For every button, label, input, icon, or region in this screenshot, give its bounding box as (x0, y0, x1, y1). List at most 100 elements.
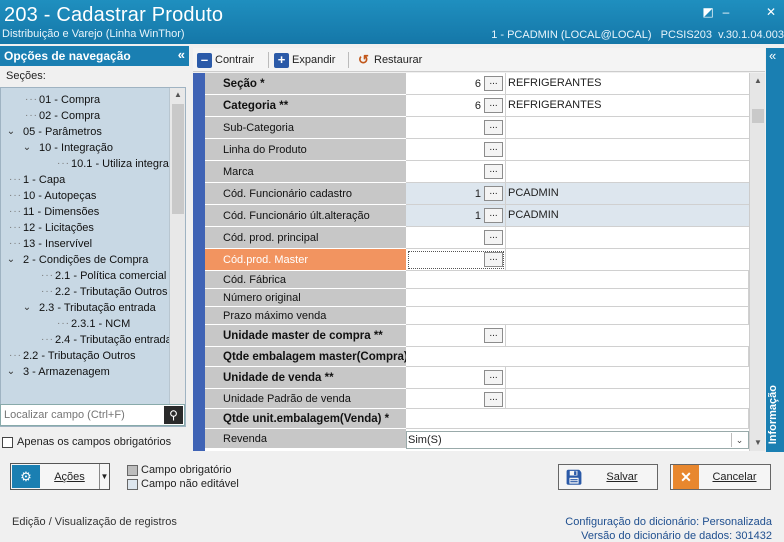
field-code-input[interactable] (406, 289, 749, 307)
grid-scroll-thumb[interactable] (752, 109, 764, 123)
tree-scroll-thumb[interactable] (172, 104, 184, 214)
field-row[interactable]: Seção * 6... REFRIGERANTES (205, 73, 749, 95)
resale-select-value: Sim(S) (408, 434, 442, 446)
field-row[interactable]: Cód. Funcionário últ.alteração 1... PCADMI… (205, 205, 749, 227)
cancel-label: Cancelar (712, 471, 757, 483)
find-field-input[interactable] (4, 407, 162, 423)
field-code-input[interactable]: 1... (406, 205, 506, 227)
field-code-input[interactable]: ... (406, 325, 506, 347)
field-row[interactable]: Categoria ** 6... REFRIGERANTES (205, 95, 749, 117)
expand-chevron-icon[interactable]: ⌄ (5, 252, 17, 268)
restore-window-icon[interactable]: ◩ (700, 5, 716, 19)
field-row[interactable]: Cód. Funcionário cadastro 1... PCADMIN (205, 183, 749, 205)
field-code-input[interactable]: ... (406, 389, 506, 409)
chevron-down-icon[interactable]: ▼ (99, 464, 109, 489)
field-code-input[interactable]: ... (406, 367, 506, 389)
field-row[interactable]: Sub-Categoria... (205, 117, 749, 139)
restore-label: Restaurar (374, 54, 423, 66)
lookup-button[interactable]: ... (484, 208, 503, 223)
info-side-panel[interactable]: « Informação (766, 48, 784, 452)
scroll-up-icon[interactable]: ▲ (750, 73, 766, 89)
lookup-button[interactable]: ... (484, 164, 503, 179)
cancel-button[interactable]: ✕ Cancelar (670, 464, 771, 490)
field-code-input[interactable]: ... (406, 227, 506, 249)
field-label: Cód. Fábrica (205, 271, 406, 289)
only-required-toggle[interactable]: Apenas os campos obrigatórios (2, 436, 171, 448)
field-code-input[interactable]: 1... (406, 183, 506, 205)
toolbar-divider (268, 52, 269, 68)
tree-scrollbar[interactable]: ▲ ▼ (169, 88, 185, 426)
grid-toolbar: – Contrair + Expandir ↺ Restaurar (193, 48, 765, 72)
tree-item-label: 2.4 - Tributação entrada In (55, 334, 185, 346)
lookup-button[interactable]: ... (484, 328, 503, 343)
field-row[interactable]: Qtde embalagem master(Compra) ** (205, 347, 749, 367)
sections-tree[interactable]: ··· 01 - Compra ··· 02 - Compra ⌄ 05 - Parâme… (0, 87, 186, 427)
restore-button[interactable]: ↺ Restaurar (356, 51, 422, 69)
expand-button[interactable]: + Expandir (274, 51, 335, 69)
expand-chevron-icon[interactable]: ⌄ (21, 300, 33, 316)
lookup-button[interactable]: ... (484, 370, 503, 385)
tree-item-label: 2.2 - Tributação Outros (23, 350, 136, 362)
tree-item-label: 01 - Compra (39, 94, 101, 106)
field-code-input[interactable]: ... (406, 249, 506, 271)
close-icon[interactable]: ✕ (763, 5, 779, 19)
field-label: Unidade Padrão de venda (205, 389, 406, 409)
lookup-button[interactable]: ... (484, 76, 503, 91)
actions-button[interactable]: ⚙ Ações ▼ (10, 463, 110, 490)
field-code-input[interactable] (406, 409, 749, 429)
scroll-down-icon[interactable]: ▼ (750, 435, 766, 451)
field-code-input[interactable]: ... (406, 139, 506, 161)
field-code-input[interactable]: ... (406, 117, 506, 139)
field-code-input[interactable] (406, 347, 749, 367)
field-row[interactable]: Cód.prod. Master... (205, 249, 749, 271)
expand-chevron-icon[interactable]: ⌄ (5, 124, 17, 140)
field-code-input[interactable] (406, 271, 749, 289)
resale-select[interactable]: Sim(S) ⌄ (406, 431, 749, 449)
field-description (506, 161, 749, 183)
actions-label: Ações (54, 470, 85, 483)
tree-item-label: 2.3.1 - NCM (71, 318, 131, 330)
tree-item-label: 13 - Inservível (23, 238, 93, 250)
field-row[interactable]: Número original (205, 289, 749, 307)
lookup-button[interactable]: ... (484, 392, 503, 407)
lookup-button[interactable]: ... (484, 252, 503, 267)
field-row[interactable]: Qtde unit.embalagem(Venda) * (205, 409, 749, 429)
field-label: Qtde embalagem master(Compra) ** (205, 347, 406, 367)
field-row[interactable]: Revenda Sim(S) ⌄ (205, 429, 749, 449)
only-required-checkbox[interactable] (2, 436, 13, 448)
collapse-label: Contrair (215, 54, 255, 66)
collapse-navigation-icon[interactable]: « (178, 47, 185, 62)
field-description: PCADMIN (506, 205, 749, 227)
save-button[interactable]: 💾︎ Salvar (558, 464, 658, 490)
field-row[interactable]: Prazo máximo venda (205, 307, 749, 325)
chevron-down-icon[interactable]: ⌄ (731, 433, 747, 447)
lookup-button[interactable]: ... (484, 142, 503, 157)
scroll-up-icon[interactable]: ▲ (170, 88, 185, 102)
field-code-input[interactable]: ... (406, 161, 506, 183)
minimize-icon[interactable]: – (718, 5, 734, 19)
field-row[interactable]: Unidade master de compra **... (205, 325, 749, 347)
lookup-button[interactable]: ... (484, 230, 503, 245)
lookup-button[interactable]: ... (484, 186, 503, 201)
field-row[interactable]: Linha do Produto... (205, 139, 749, 161)
find-field-box: ⚲ (0, 404, 185, 426)
search-icon[interactable]: ⚲ (164, 406, 183, 424)
expand-info-icon[interactable]: « (769, 48, 776, 63)
field-description: PCADMIN (506, 183, 749, 205)
expand-chevron-icon[interactable]: ⌄ (5, 364, 17, 380)
tree-item-label: 3 - Armazenagem (23, 366, 110, 378)
field-row[interactable]: Unidade Padrão de venda... (205, 389, 749, 409)
grid-scrollbar[interactable]: ▲ ▼ (749, 73, 765, 451)
field-code-input[interactable]: 6... (406, 95, 506, 117)
field-code-input[interactable] (406, 307, 749, 325)
lookup-button[interactable]: ... (484, 120, 503, 135)
field-row[interactable]: Cód. prod. principal... (205, 227, 749, 249)
field-label: Categoria ** (205, 95, 406, 117)
lookup-button[interactable]: ... (484, 98, 503, 113)
field-row[interactable]: Unidade de venda **... (205, 367, 749, 389)
collapse-button[interactable]: – Contrair (197, 51, 254, 69)
field-row[interactable]: Cód. Fábrica (205, 271, 749, 289)
field-row[interactable]: Marca... (205, 161, 749, 183)
expand-chevron-icon[interactable]: ⌄ (21, 140, 33, 156)
field-code-input[interactable]: 6... (406, 73, 506, 95)
